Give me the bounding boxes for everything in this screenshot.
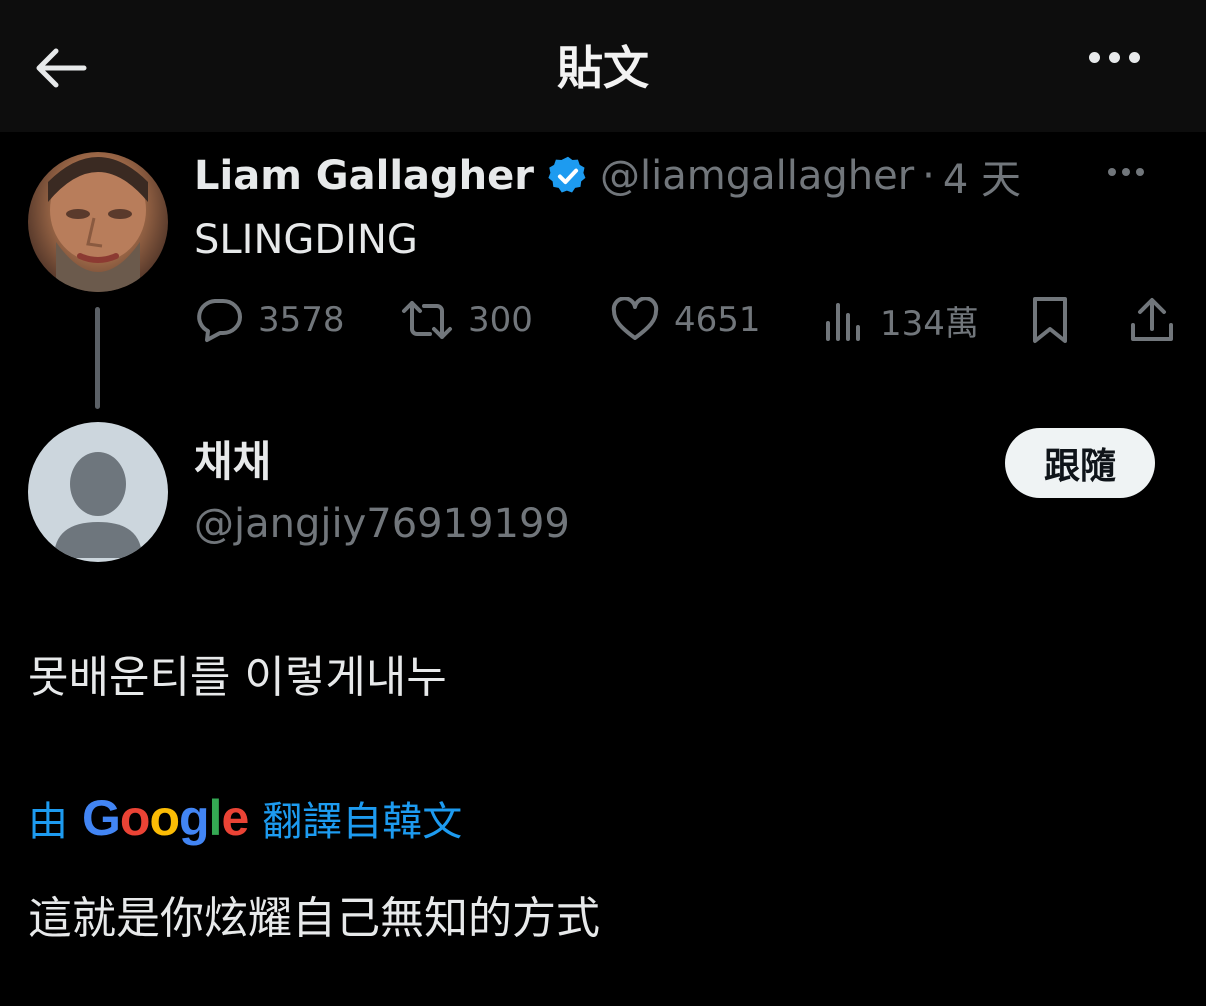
reply-button[interactable]: 3578	[194, 290, 345, 350]
top-bar: 貼文	[0, 0, 1206, 132]
share-button[interactable]	[1128, 290, 1176, 350]
repost-count: 300	[468, 300, 533, 340]
reply-text: 못배운티를 이렇게내누	[28, 652, 447, 703]
more-options-button[interactable]	[1089, 52, 1140, 63]
bar-chart-icon	[826, 303, 860, 341]
default-avatar-icon	[54, 452, 142, 558]
reply-author-handle[interactable]: @jangjiy76919199	[194, 496, 570, 552]
more-dots-icon	[1089, 52, 1100, 63]
translation-attribution[interactable]: 由 Google 翻譯自韓文	[28, 788, 462, 848]
meta-separator: ·	[922, 153, 935, 199]
post-actions-bar: 3578 300 4651 134萬	[194, 290, 1178, 350]
more-dot	[1109, 52, 1120, 63]
page-title: 貼文	[557, 41, 649, 95]
google-logo: Google	[82, 790, 249, 846]
author-handle[interactable]: @liamgallagher	[600, 153, 914, 199]
like-count: 4651	[674, 300, 761, 340]
views-count: 134萬	[880, 303, 979, 344]
repost-button[interactable]: 300	[400, 290, 533, 350]
author-name[interactable]: Liam Gallagher	[194, 153, 534, 199]
avatar-photo	[48, 157, 148, 292]
translation-source-label: 翻譯自韓文	[262, 799, 463, 845]
more-dots-icon	[1108, 168, 1116, 176]
more-dot	[1122, 168, 1130, 176]
translated-text: 這就是你炫耀自己無知的方式	[28, 893, 600, 944]
heart-icon	[611, 297, 659, 340]
share-icon	[1131, 298, 1173, 341]
post-more-button[interactable]	[1108, 168, 1144, 176]
post-text: SLINGDING	[194, 217, 418, 263]
repost-icon	[402, 301, 452, 339]
follow-button[interactable]: 跟隨	[1005, 428, 1155, 498]
avatar-default-user[interactable]	[28, 422, 168, 562]
like-button[interactable]: 4651	[610, 290, 761, 350]
translation-prefix: 由	[28, 799, 68, 845]
reply-icon	[197, 299, 242, 342]
avatar-liam-gallagher[interactable]	[28, 152, 168, 292]
bookmark-icon	[1033, 297, 1067, 343]
reply-count: 3578	[258, 300, 345, 340]
post-timestamp[interactable]: 4 天	[943, 147, 1021, 205]
verified-badge-icon[interactable]	[546, 154, 590, 198]
post-header: Liam Gallagher @liamgallagher · 4 天	[194, 148, 1021, 204]
bookmark-button[interactable]	[1028, 290, 1072, 350]
thread-connector-line	[95, 307, 100, 409]
views-button[interactable]: 134萬	[822, 290, 979, 350]
more-dot	[1136, 168, 1144, 176]
more-dot	[1129, 52, 1140, 63]
reply-author-name[interactable]: 채채	[194, 434, 271, 490]
